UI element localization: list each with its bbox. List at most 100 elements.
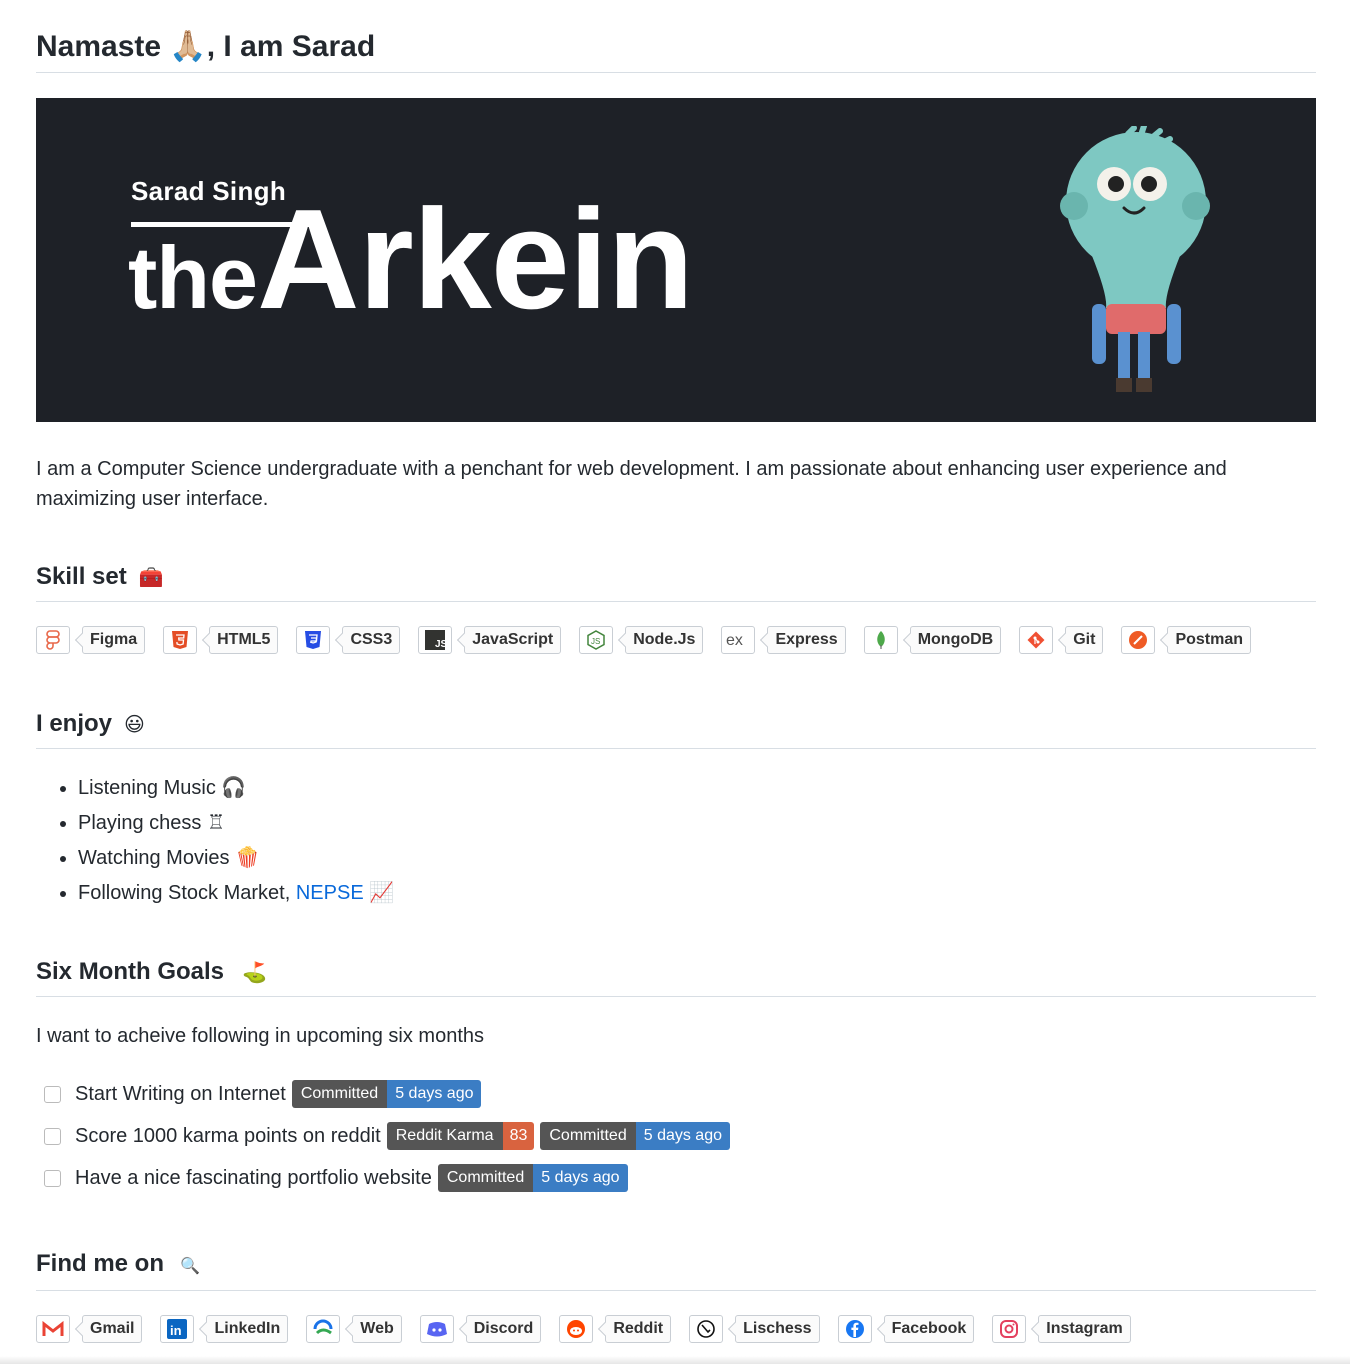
html5-icon bbox=[163, 626, 198, 654]
task-item: Have a nice fascinating portfolio websit… bbox=[36, 1157, 1316, 1199]
goals-heading: Six Month Goals ⛳ bbox=[36, 957, 1316, 997]
badge-label: LinkedIn bbox=[206, 1315, 289, 1343]
task-checkbox[interactable] bbox=[44, 1127, 61, 1145]
facebook-icon bbox=[837, 1315, 872, 1343]
skills-heading-text: Skill set bbox=[36, 563, 127, 590]
readme: Namaste 🙏🏼, I am Sarad Sarad Singh theAr… bbox=[36, 0, 1316, 1343]
smiley-icon: 😃 bbox=[124, 714, 145, 736]
committed-badge-label: Committed bbox=[437, 1164, 534, 1192]
task-list: Start Writing on Internet Committed 5 day… bbox=[36, 1073, 1316, 1199]
linkedin-icon: in bbox=[160, 1315, 195, 1343]
badge-reddit[interactable]: Reddit bbox=[559, 1315, 672, 1343]
badge-label: Figma bbox=[82, 626, 146, 654]
javascript-icon: JS bbox=[418, 626, 453, 654]
popcorn-icon: 🍿 bbox=[235, 847, 261, 869]
findme-heading-text: Find me on bbox=[36, 1250, 164, 1277]
badge-label: Lischess bbox=[735, 1315, 820, 1343]
task-text: Have a nice fascinating portfolio websit… bbox=[75, 1166, 432, 1189]
headphones-icon: 🎧 bbox=[221, 777, 247, 799]
badge-linkedin[interactable]: in LinkedIn bbox=[160, 1315, 289, 1343]
reddit-karma-value: 83 bbox=[502, 1122, 535, 1150]
svg-text:JS: JS bbox=[591, 637, 600, 646]
badge-label: Gmail bbox=[82, 1315, 143, 1343]
committed-badge-time: 5 days ago bbox=[635, 1122, 730, 1150]
instagram-icon bbox=[992, 1315, 1027, 1343]
chart-increasing-icon: 📈 bbox=[369, 882, 395, 904]
badge-label: Express bbox=[767, 626, 846, 654]
committed-badge: Committed 5 days ago bbox=[291, 1080, 482, 1108]
badge-html5[interactable]: HTML5 bbox=[163, 626, 279, 654]
badge-express[interactable]: ex Express bbox=[721, 626, 846, 654]
badge-label: MongoDB bbox=[909, 626, 1002, 654]
reddit-karma-badge: Reddit Karma 83 bbox=[386, 1122, 535, 1150]
findme-heading: Find me on 🔍 bbox=[36, 1249, 1316, 1291]
web-edge-icon bbox=[306, 1315, 341, 1343]
list-item: Watching Movies 🍿 bbox=[78, 841, 1316, 876]
nepse-link[interactable]: NEPSE bbox=[296, 882, 364, 904]
toolbox-icon: 🧰 bbox=[138, 567, 164, 589]
committed-badge-label: Committed bbox=[540, 1122, 636, 1150]
goals-heading-text: Six Month Goals bbox=[36, 958, 225, 985]
badge-gmail[interactable]: Gmail bbox=[36, 1315, 143, 1343]
committed-badge-label: Committed bbox=[291, 1080, 388, 1108]
enjoy-heading: I enjoy 😃 bbox=[36, 709, 1316, 749]
badge-label: HTML5 bbox=[209, 626, 279, 654]
banner-image: Sarad Singh theArkein bbox=[36, 98, 1316, 422]
git-icon bbox=[1019, 626, 1054, 654]
task-item: Score 1000 karma points on reddit Reddit… bbox=[36, 1115, 1316, 1157]
badge-web[interactable]: Web bbox=[306, 1315, 402, 1343]
nodejs-icon: JS bbox=[579, 626, 614, 654]
committed-badge: Committed 5 days ago bbox=[540, 1122, 730, 1150]
golf-flag-icon: ⛳ bbox=[242, 962, 267, 984]
task-checkbox[interactable] bbox=[44, 1085, 61, 1103]
goals-intro: I want to acheive following in upcoming … bbox=[36, 1025, 485, 1047]
badge-nodejs[interactable]: JS Node.Js bbox=[579, 626, 704, 654]
figma-icon bbox=[36, 626, 70, 654]
social-badges: Gmail in LinkedIn Web Discord Reddit Lis… bbox=[36, 1315, 1316, 1343]
badge-css3[interactable]: CSS3 bbox=[296, 626, 401, 654]
banner-title: theArkein bbox=[128, 189, 694, 348]
list-item: Following Stock Market, NEPSE 📈 bbox=[78, 876, 1316, 911]
badge-facebook[interactable]: Facebook bbox=[837, 1315, 975, 1343]
page-title: Namaste 🙏🏼, I am Sarad bbox=[36, 0, 1316, 73]
enjoy-heading-text: I enjoy bbox=[36, 710, 113, 737]
svg-text:ex: ex bbox=[726, 632, 743, 648]
intro-paragraph: I am a Computer Science undergraduate wi… bbox=[36, 458, 1227, 510]
badge-label: CSS3 bbox=[342, 626, 401, 654]
window-bottom-edge bbox=[0, 1356, 1350, 1364]
badge-discord[interactable]: Discord bbox=[419, 1315, 542, 1343]
reddit-icon bbox=[559, 1315, 594, 1343]
banner-title-small: the bbox=[128, 228, 258, 327]
list-item-text: Watching Movies bbox=[78, 847, 230, 869]
badge-git[interactable]: Git bbox=[1019, 626, 1104, 654]
list-item-text: Listening Music bbox=[78, 777, 216, 799]
task-item: Start Writing on Internet Committed 5 day… bbox=[36, 1073, 1316, 1115]
list-item-text: Following Stock Market, bbox=[78, 882, 291, 904]
banner-title-big: Arkein bbox=[257, 180, 694, 339]
committed-badge-time: 5 days ago bbox=[533, 1164, 628, 1192]
postman-icon bbox=[1121, 626, 1156, 654]
css3-icon bbox=[296, 626, 331, 654]
task-text: Score 1000 karma points on reddit bbox=[75, 1124, 381, 1147]
task-checkbox[interactable] bbox=[44, 1169, 61, 1187]
lichess-icon bbox=[689, 1315, 724, 1343]
badge-figma[interactable]: Figma bbox=[36, 626, 146, 654]
list-item-text: Playing chess bbox=[78, 812, 202, 834]
badge-instagram[interactable]: Instagram bbox=[992, 1315, 1131, 1343]
badge-label: Discord bbox=[465, 1315, 542, 1343]
badge-javascript[interactable]: JS JavaScript bbox=[418, 626, 562, 654]
gmail-icon bbox=[36, 1315, 70, 1343]
reddit-karma-label: Reddit Karma bbox=[386, 1122, 503, 1150]
list-item: Listening Music 🎧 bbox=[78, 771, 1316, 806]
skills-badges: Figma HTML5 CSS3 JS JavaScript JS Node.J… bbox=[36, 626, 1316, 654]
badge-label: Instagram bbox=[1038, 1315, 1131, 1343]
committed-badge: Committed 5 days ago bbox=[437, 1164, 628, 1192]
badge-lischess[interactable]: Lischess bbox=[689, 1315, 820, 1343]
magnifier-icon: 🔍 bbox=[180, 1258, 200, 1275]
discord-icon bbox=[419, 1315, 454, 1343]
badge-mongodb[interactable]: MongoDB bbox=[863, 626, 1002, 654]
skills-heading: Skill set 🧰 bbox=[36, 562, 1316, 602]
badge-label: Postman bbox=[1167, 626, 1252, 654]
badge-postman[interactable]: Postman bbox=[1121, 626, 1252, 654]
badge-label: Reddit bbox=[605, 1315, 672, 1343]
